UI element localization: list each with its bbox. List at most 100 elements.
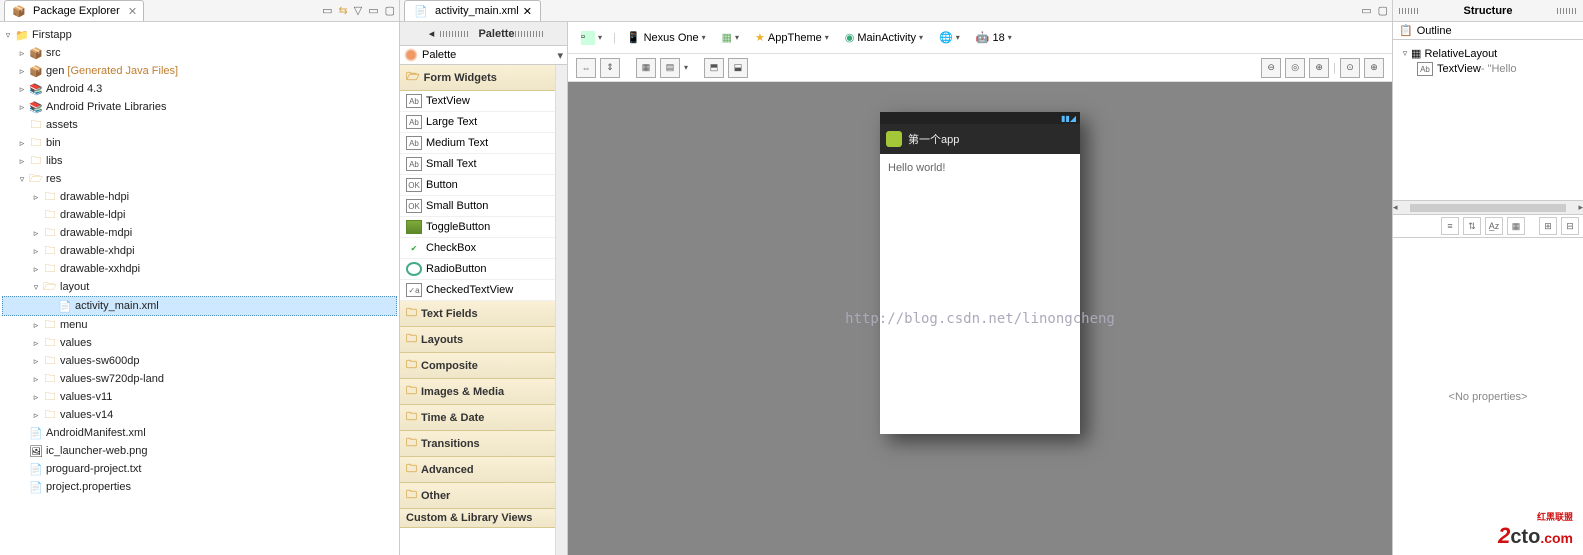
close-icon[interactable]: ✕ <box>128 5 137 18</box>
widget-small-button[interactable]: OKSmall Button <box>400 196 555 217</box>
scroll-right-icon[interactable]: ▸ <box>1578 202 1583 213</box>
widget-medium-text[interactable]: AbMedium Text <box>400 133 555 154</box>
values-node[interactable]: ▹🗀values <box>2 334 397 352</box>
theme-select[interactable]: ★AppTheme▾ <box>750 28 834 47</box>
palette-selector[interactable]: Palette ▾ <box>400 46 567 65</box>
proguard-node[interactable]: 📄proguard-project.txt <box>2 460 397 478</box>
zoom-fit-button[interactable]: ⊙ <box>1340 58 1360 78</box>
package-explorer-tab[interactable]: 📦 Package Explorer ✕ <box>4 0 144 21</box>
scrollbar[interactable] <box>1410 204 1567 212</box>
widget-checkbox[interactable]: ✔CheckBox <box>400 238 555 259</box>
editor-tab-activity-main[interactable]: 📄 activity_main.xml ✕ <box>404 0 541 21</box>
show-layout-button[interactable]: ▤ <box>660 58 680 78</box>
drawable-mdpi-node[interactable]: ▹🗀drawable-mdpi <box>2 224 397 242</box>
folder-icon: 🗀 <box>406 356 417 375</box>
gen-node[interactable]: ▹📦gen [Generated Java Files] <box>2 62 397 80</box>
layout-margin-button[interactable]: ⬒ <box>704 58 724 78</box>
project-props-node[interactable]: 📄project.properties <box>2 478 397 496</box>
values-sw720dp-land-node[interactable]: ▹🗀values-sw720dp-land <box>2 370 397 388</box>
preview-content[interactable]: Hello world! <box>880 154 1080 434</box>
device-select[interactable]: 📱Nexus One▾ <box>622 28 711 47</box>
menu-node[interactable]: ▹🗀menu <box>2 316 397 334</box>
expand-button[interactable]: ⊞ <box>1539 217 1557 235</box>
widget-textview[interactable]: AbTextView <box>400 91 555 112</box>
widget-toggle-button[interactable]: ToggleButton <box>400 217 555 238</box>
scrollbar[interactable] <box>555 65 567 555</box>
outline-textview[interactable]: AbTextView - "Hello <box>1399 61 1577 77</box>
bin-node[interactable]: ▹🗀bin <box>2 134 397 152</box>
zoom-out-button[interactable]: ⊖ <box>1261 58 1281 78</box>
close-icon[interactable]: ✕ <box>523 5 532 18</box>
category-button[interactable]: A̲z <box>1485 217 1503 235</box>
cat-composite[interactable]: 🗀Composite <box>400 353 555 379</box>
res-node[interactable]: ▿🗁res <box>2 170 397 188</box>
device-preview[interactable]: ▮▮◢ 第一个app Hello world! <box>880 112 1080 434</box>
preview-textview[interactable]: Hello world! <box>888 162 945 174</box>
view-menu-icon[interactable]: ▽ <box>354 4 362 17</box>
project-node[interactable]: ▿📁Firstapp <box>2 26 397 44</box>
outline-tree: ▿▦ RelativeLayout AbTextView - "Hello <box>1393 40 1583 200</box>
widget-small-text[interactable]: AbSmall Text <box>400 154 555 175</box>
sort-button[interactable]: ⇅ <box>1463 217 1481 235</box>
values-sw600dp-node[interactable]: ▹🗀values-sw600dp <box>2 352 397 370</box>
libs-node[interactable]: ▹🗀libs <box>2 152 397 170</box>
drawable-ldpi-node[interactable]: 🗀drawable-ldpi <box>2 206 397 224</box>
activity-main-node[interactable]: 📄activity_main.xml <box>2 296 397 316</box>
cat-time-date[interactable]: 🗀Time & Date <box>400 405 555 431</box>
assets-node[interactable]: 🗀assets <box>2 116 397 134</box>
cat-other[interactable]: 🗀Other <box>400 483 555 509</box>
zoom-reset-button[interactable]: ◎ <box>1285 58 1305 78</box>
zoom-in-button[interactable]: ⊕ <box>1309 58 1329 78</box>
dropdown-icon[interactable]: ▾ <box>557 49 563 62</box>
cat-transitions[interactable]: 🗀Transitions <box>400 431 555 457</box>
link-editor-icon[interactable]: ⇆ <box>339 4 348 17</box>
private-libs-node[interactable]: ▹📚Android Private Libraries <box>2 98 397 116</box>
cat-layouts[interactable]: 🗀Layouts <box>400 327 555 353</box>
advanced-button[interactable]: ▦ <box>1507 217 1525 235</box>
cat-text-fields[interactable]: 🗀Text Fields <box>400 301 555 327</box>
android-lib-node[interactable]: ▹📚Android 4.3 <box>2 80 397 98</box>
maximize-icon[interactable]: ▢ <box>1378 4 1388 17</box>
emulate-size-button[interactable]: ▦ <box>636 58 656 78</box>
locale-select[interactable]: 🌐▾ <box>934 28 965 47</box>
minimize-icon[interactable]: ▭ <box>368 4 378 17</box>
drawable-hdpi-node[interactable]: ▹🗀drawable-hdpi <box>2 188 397 206</box>
values-v14-node[interactable]: ▹🗀values-v14 <box>2 406 397 424</box>
manifest-node[interactable]: 📄AndroidManifest.xml <box>2 424 397 442</box>
cat-images-media[interactable]: 🗀Images & Media <box>400 379 555 405</box>
filter-button[interactable]: ≡ <box>1441 217 1459 235</box>
orientation-select[interactable]: ▦▾ <box>717 28 744 47</box>
layout-node[interactable]: ▿🗁layout <box>2 278 397 296</box>
folder-icon: 🗀 <box>42 207 58 223</box>
collapse-all-icon[interactable]: ▭ <box>322 4 332 17</box>
widget-radio-button[interactable]: RadioButton <box>400 259 555 280</box>
palette-handle[interactable]: ◂ Palette <box>400 22 567 46</box>
outline-relativelayout[interactable]: ▿▦ RelativeLayout <box>1399 46 1577 61</box>
widget-checked-textview[interactable]: ✓aCheckedTextView <box>400 280 555 301</box>
toggle-viewport-button[interactable]: ⇔ <box>576 58 596 78</box>
layout-gravity-button[interactable]: ⬓ <box>728 58 748 78</box>
widget-button[interactable]: OKButton <box>400 175 555 196</box>
api-select[interactable]: 🤖18▾ <box>971 28 1017 47</box>
collapse-left-icon[interactable]: ◂ <box>422 27 440 40</box>
drawable-xhdpi-node[interactable]: ▹🗀drawable-xhdpi <box>2 242 397 260</box>
cat-custom[interactable]: Custom & Library Views <box>400 509 555 528</box>
config-select[interactable]: ▫▾ <box>576 28 607 48</box>
layout-canvas[interactable]: http://blog.csdn.net/linongcheng ▮▮◢ 第一个… <box>568 82 1392 555</box>
collapse-button[interactable]: ⊟ <box>1561 217 1579 235</box>
cat-form-widgets[interactable]: 🗁Form Widgets <box>400 65 555 91</box>
widget-large-text[interactable]: AbLarge Text <box>400 112 555 133</box>
zoom-actual-button[interactable]: ⊕ <box>1364 58 1384 78</box>
toggle-height-button[interactable]: ⇕ <box>600 58 620 78</box>
cat-advanced[interactable]: 🗀Advanced <box>400 457 555 483</box>
minimize-icon[interactable]: ▭ <box>1361 4 1371 17</box>
maximize-icon[interactable]: ▢ <box>385 4 395 17</box>
src-node[interactable]: ▹📦src <box>2 44 397 62</box>
drawable-xxhdpi-node[interactable]: ▹🗀drawable-xxhdpi <box>2 260 397 278</box>
launcher-png-node[interactable]: 🖼ic_launcher-web.png <box>2 442 397 460</box>
orientation-icon: ▦ <box>722 31 732 44</box>
folder-icon: 🗀 <box>42 189 58 205</box>
activity-select[interactable]: ◉MainActivity▾ <box>840 28 928 47</box>
values-v11-node[interactable]: ▹🗀values-v11 <box>2 388 397 406</box>
scroll-left-icon[interactable]: ◂ <box>1393 202 1398 213</box>
